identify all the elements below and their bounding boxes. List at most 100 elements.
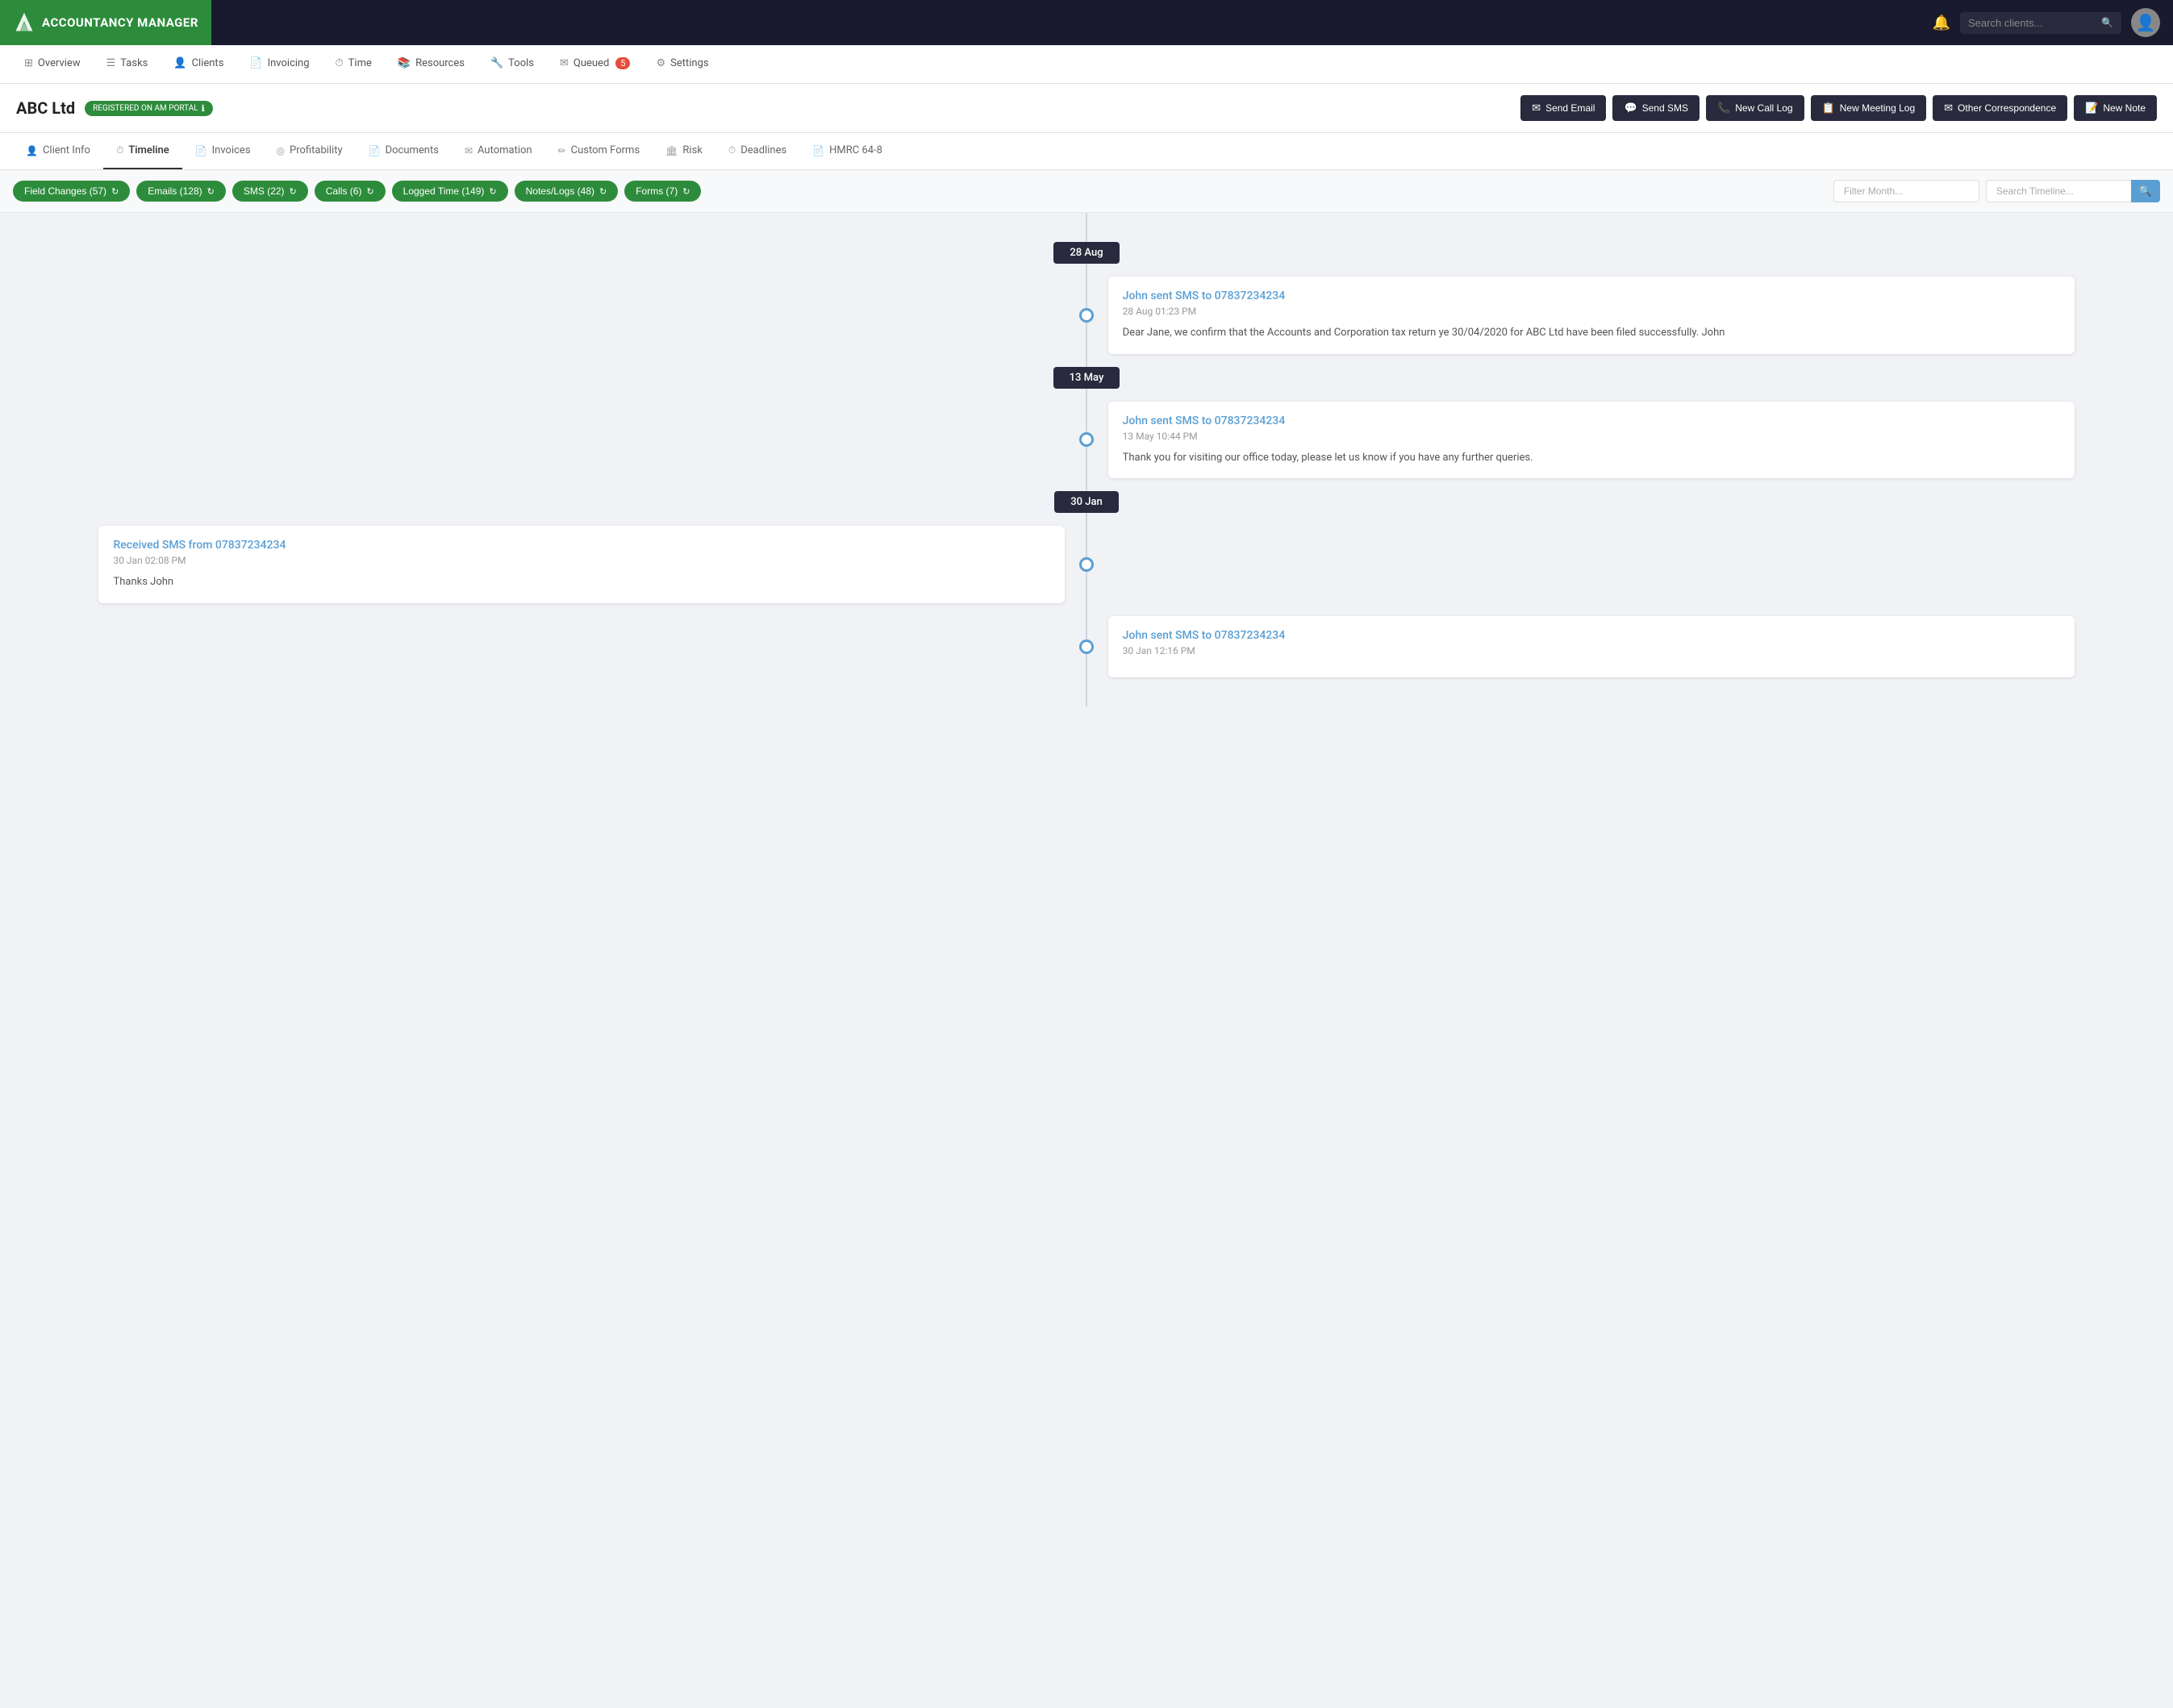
- refresh-icon-calls: ↻: [366, 186, 373, 197]
- card-time: 30 Jan 12:16 PM: [1123, 645, 2060, 656]
- filter-calls[interactable]: Calls (6) ↻: [315, 181, 386, 202]
- timeline-dot: [1079, 557, 1094, 572]
- global-search[interactable]: 🔍: [1960, 12, 2121, 34]
- refresh-icon-forms: ↻: [682, 186, 690, 197]
- new-note-button[interactable]: 📝 New Note: [2074, 95, 2157, 121]
- timeline-entry-jan-1: Received SMS from 07837234234 30 Jan 02:…: [13, 526, 2160, 603]
- timeline-card-aug-1: John sent SMS to 07837234234 28 Aug 01:2…: [1108, 277, 2075, 354]
- time-icon: ⏱: [336, 57, 344, 69]
- timeline-dot: [1079, 308, 1094, 323]
- tab-hmrc[interactable]: 📄 HMRC 64-8: [799, 133, 895, 169]
- tab-invoices[interactable]: 📄 Invoices: [182, 133, 264, 169]
- date-marker-jan: 30 Jan: [13, 491, 2160, 513]
- invoices-tab-icon: 📄: [195, 145, 207, 156]
- filter-month-input[interactable]: [1833, 180, 1979, 202]
- filter-sms[interactable]: SMS (22) ↻: [232, 181, 308, 202]
- timeline-content: 28 Aug John sent SMS to 07837234234 28 A…: [0, 213, 2173, 706]
- nav-tools[interactable]: 🔧 Tools: [479, 48, 545, 81]
- date-badge-jan: 30 Jan: [1054, 491, 1118, 513]
- date-badge-may: 13 May: [1053, 367, 1120, 389]
- call-log-icon: 📞: [1717, 102, 1730, 115]
- card-title: Received SMS from 07837234234: [113, 539, 1050, 552]
- filter-field-changes[interactable]: Field Changes (57) ↻: [13, 181, 130, 202]
- card-title: John sent SMS to 07837234234: [1123, 629, 2060, 642]
- client-portal-badge: REGISTERED ON AM PORTAL ℹ: [85, 101, 213, 116]
- queued-badge: 5: [615, 57, 630, 69]
- client-name: ABC Ltd: [16, 98, 75, 118]
- filter-notes-logs[interactable]: Notes/Logs (48) ↻: [515, 181, 619, 202]
- tab-documents[interactable]: 📄 Documents: [356, 133, 452, 169]
- notifications-icon[interactable]: 🔔: [1933, 15, 1950, 31]
- card-body: Dear Jane, we confirm that the Accounts …: [1123, 325, 2060, 341]
- filter-forms[interactable]: Forms (7) ↻: [624, 181, 701, 202]
- search-timeline-input[interactable]: [1986, 180, 2131, 202]
- overview-icon: ⊞: [24, 57, 33, 69]
- timeline-dot: [1079, 639, 1094, 654]
- timeline-card-jan-2: John sent SMS to 07837234234 30 Jan 12:1…: [1108, 616, 2075, 677]
- tab-deadlines[interactable]: ⏱ Deadlines: [715, 133, 799, 169]
- timeline-dot: [1079, 432, 1094, 447]
- app-name: ACCOUNTANCY MANAGER: [42, 15, 198, 30]
- clients-icon: 👤: [173, 57, 186, 69]
- timeline-area: 28 Aug John sent SMS to 07837234234 28 A…: [0, 213, 2173, 706]
- automation-tab-icon: ✉: [465, 145, 473, 156]
- note-icon: 📝: [2085, 102, 2098, 115]
- send-email-button[interactable]: ✉ Send Email: [1520, 95, 1606, 121]
- other-correspondence-button[interactable]: ✉ Other Correspondence: [1933, 95, 2067, 121]
- timeline-entry-aug-1: John sent SMS to 07837234234 28 Aug 01:2…: [13, 277, 2160, 354]
- send-sms-button[interactable]: 💬 Send SMS: [1612, 95, 1700, 121]
- timeline-card-jan-1: Received SMS from 07837234234 30 Jan 02:…: [98, 526, 1065, 603]
- invoicing-icon: 📄: [249, 57, 262, 69]
- send-sms-icon: 💬: [1624, 102, 1637, 115]
- top-bar: ACCOUNTANCY MANAGER 🔔 🔍 👤: [0, 0, 2173, 45]
- date-marker-aug: 28 Aug: [13, 242, 2160, 264]
- timeline-card-may-1: John sent SMS to 07837234234 13 May 10:4…: [1108, 402, 2075, 479]
- nav-overview[interactable]: ⊞ Overview: [13, 48, 92, 81]
- new-call-log-button[interactable]: 📞 New Call Log: [1706, 95, 1804, 121]
- profitability-tab-icon: ◎: [277, 145, 285, 156]
- deadlines-tab-icon: ⏱: [728, 144, 736, 156]
- meeting-log-icon: 📋: [1822, 102, 1835, 115]
- nav-time[interactable]: ⏱ Time: [324, 48, 383, 81]
- card-body: Thanks John: [113, 574, 1050, 590]
- hmrc-tab-icon: 📄: [812, 145, 824, 156]
- documents-tab-icon: 📄: [369, 145, 381, 156]
- refresh-icon-emails: ↻: [207, 186, 215, 197]
- logo-area: ACCOUNTANCY MANAGER: [0, 0, 211, 45]
- nav-invoicing[interactable]: 📄 Invoicing: [238, 48, 320, 81]
- main-nav: ⊞ Overview ☰ Tasks 👤 Clients 📄 Invoicing…: [0, 45, 2173, 84]
- logo-icon: [13, 11, 35, 34]
- card-time: 30 Jan 02:08 PM: [113, 555, 1050, 566]
- date-marker-may: 13 May: [13, 367, 2160, 389]
- search-icon: 🔍: [2101, 17, 2113, 28]
- nav-resources[interactable]: 📚 Resources: [386, 48, 476, 81]
- client-header: ABC Ltd REGISTERED ON AM PORTAL ℹ ✉ Send…: [0, 84, 2173, 133]
- card-body: Thank you for visiting our office today,…: [1123, 450, 2060, 466]
- client-info-tab-icon: 👤: [26, 145, 38, 156]
- refresh-icon-sms: ↻: [290, 186, 297, 197]
- tab-timeline[interactable]: ⏱ Timeline: [103, 133, 182, 169]
- tab-risk[interactable]: 🏛 Risk: [653, 133, 715, 169]
- tab-client-info[interactable]: 👤 Client Info: [13, 133, 103, 169]
- risk-tab-icon: 🏛: [665, 145, 678, 156]
- nav-settings[interactable]: ⚙ Settings: [644, 48, 719, 81]
- tab-bar: 👤 Client Info ⏱ Timeline 📄 Invoices ◎ Pr…: [0, 133, 2173, 170]
- filter-bar: Field Changes (57) ↻ Emails (128) ↻ SMS …: [0, 170, 2173, 213]
- filter-emails[interactable]: Emails (128) ↻: [136, 181, 226, 202]
- nav-tasks[interactable]: ☰ Tasks: [95, 48, 160, 81]
- custom-forms-tab-icon: ✏: [558, 145, 566, 156]
- badge-info-icon[interactable]: ℹ: [202, 103, 205, 114]
- filter-logged-time[interactable]: Logged Time (149) ↻: [392, 181, 508, 202]
- timeline-entry-jan-2: John sent SMS to 07837234234 30 Jan 12:1…: [13, 616, 2160, 677]
- new-meeting-log-button[interactable]: 📋 New Meeting Log: [1811, 95, 1927, 121]
- tab-automation[interactable]: ✉ Automation: [452, 133, 545, 169]
- avatar[interactable]: 👤: [2131, 8, 2160, 37]
- card-time: 13 May 10:44 PM: [1123, 431, 2060, 442]
- tab-profitability[interactable]: ◎ Profitability: [264, 133, 356, 169]
- resources-icon: 📚: [398, 57, 411, 69]
- tab-custom-forms[interactable]: ✏ Custom Forms: [545, 133, 653, 169]
- nav-clients[interactable]: 👤 Clients: [162, 48, 235, 81]
- search-input[interactable]: [1968, 17, 2096, 29]
- nav-queued[interactable]: ✉ Queued 5: [548, 48, 642, 81]
- search-timeline-button[interactable]: 🔍: [2131, 180, 2160, 202]
